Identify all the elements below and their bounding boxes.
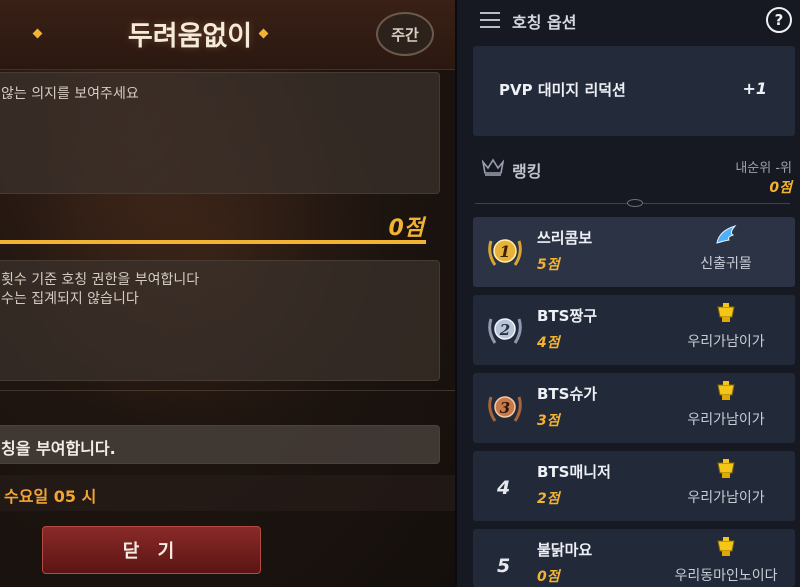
score-row: 0점 <box>0 204 430 249</box>
title-detail-panel: 두려움없이 주간 않는 의지를 보여주세요 0점 횟수 기준 호칭 권한을 부여… <box>0 0 455 587</box>
player-score: 5점 <box>537 257 560 273</box>
description-box: 않는 의지를 보여주세요 <box>0 72 440 194</box>
player-score: 4점 <box>537 335 560 351</box>
reset-time: 수요일 05 시 <box>4 487 97 506</box>
gold-trophy-emblem-icon <box>717 381 735 400</box>
description-text: 않는 의지를 보여주세요 <box>1 86 139 102</box>
svg-text:2: 2 <box>499 321 510 339</box>
weekly-badge: 주간 <box>376 12 434 56</box>
list-icon <box>480 12 500 28</box>
my-score: 0점 <box>769 180 792 196</box>
info-line-1: 횟수 기준 호칭 권한을 부여합니다 <box>1 272 200 288</box>
player-name: 쓰리콤보 <box>537 229 593 247</box>
ranking-row[interactable]: 1 쓰리콤보 5점 신출귀몰 <box>473 217 795 287</box>
gold-trophy-emblem-icon <box>717 537 735 556</box>
crown-icon <box>482 158 504 176</box>
option-value: +1 <box>742 79 767 98</box>
guild-name: 우리가남이가 <box>687 334 765 350</box>
reward-text: 칭을 부여합니다. <box>1 439 116 458</box>
rank-number: 4 <box>497 477 511 499</box>
options-title: 호칭 옵션 <box>512 13 577 32</box>
player-score: 2점 <box>537 491 560 507</box>
ranking-row[interactable]: 2 BTS짱구 4점 우리가남이가 <box>473 295 795 365</box>
guild-name: 우리가남이가 <box>687 412 765 428</box>
close-button[interactable]: 닫 기 <box>42 526 261 574</box>
info-line-2: 수는 집계되지 않습니다 <box>1 291 139 307</box>
option-box: PVP 대미지 리덕션 +1 <box>473 46 795 136</box>
svg-text:1: 1 <box>499 242 510 261</box>
bronze-medal-icon: 3 <box>488 396 522 422</box>
player-score: 3점 <box>537 413 560 429</box>
player-name: 불닭마요 <box>537 541 593 559</box>
option-name: PVP 대미지 리덕션 <box>499 81 626 99</box>
help-icon[interactable]: ? <box>766 7 792 33</box>
my-rank: 내순위 -위 <box>735 161 792 176</box>
rank-number: 5 <box>497 555 511 577</box>
divider-ornament-icon <box>627 199 643 207</box>
guild-name: 신출귀몰 <box>700 256 752 272</box>
ranking-header: 랭킹 내순위 -위 0점 <box>457 150 800 200</box>
reward-box: 칭을 부여합니다. <box>0 425 440 464</box>
ranking-row[interactable]: 5 불닭마요 0점 우리동마인노이다 <box>473 529 795 587</box>
reset-time-row: 수요일 05 시 <box>0 475 455 511</box>
player-name: BTS매니저 <box>537 463 611 481</box>
title-name: 두려움없이 <box>127 21 253 52</box>
guild-name: 우리가남이가 <box>687 490 765 506</box>
score-progress-bar <box>0 240 426 244</box>
player-name: BTS짱구 <box>537 307 598 325</box>
wing-emblem-icon <box>716 225 737 244</box>
svg-text:3: 3 <box>500 399 510 417</box>
divider <box>0 390 455 391</box>
ranking-row[interactable]: 3 BTS슈가 3점 우리가남이가 <box>473 373 795 443</box>
player-name: BTS슈가 <box>537 385 598 403</box>
gold-trophy-emblem-icon <box>717 303 735 322</box>
title-bar: 두려움없이 주간 <box>0 0 455 70</box>
player-score: 0점 <box>537 569 560 585</box>
info-box: 횟수 기준 호칭 권한을 부여합니다 수는 집계되지 않습니다 <box>0 260 440 381</box>
silver-medal-icon: 2 <box>488 318 522 344</box>
score-value: 0점 <box>388 216 424 241</box>
title-options-panel: 호칭 옵션 ? PVP 대미지 리덕션 +1 랭킹 내순위 -위 0점 1 쓰리… <box>455 0 800 587</box>
ranking-title: 랭킹 <box>512 162 542 181</box>
gold-trophy-emblem-icon <box>717 459 735 478</box>
options-header: 호칭 옵션 ? <box>457 0 800 40</box>
ranking-row[interactable]: 4 BTS매니저 2점 우리가남이가 <box>473 451 795 521</box>
guild-name: 우리동마인노이다 <box>674 568 778 584</box>
gold-medal-icon: 1 <box>488 239 522 266</box>
